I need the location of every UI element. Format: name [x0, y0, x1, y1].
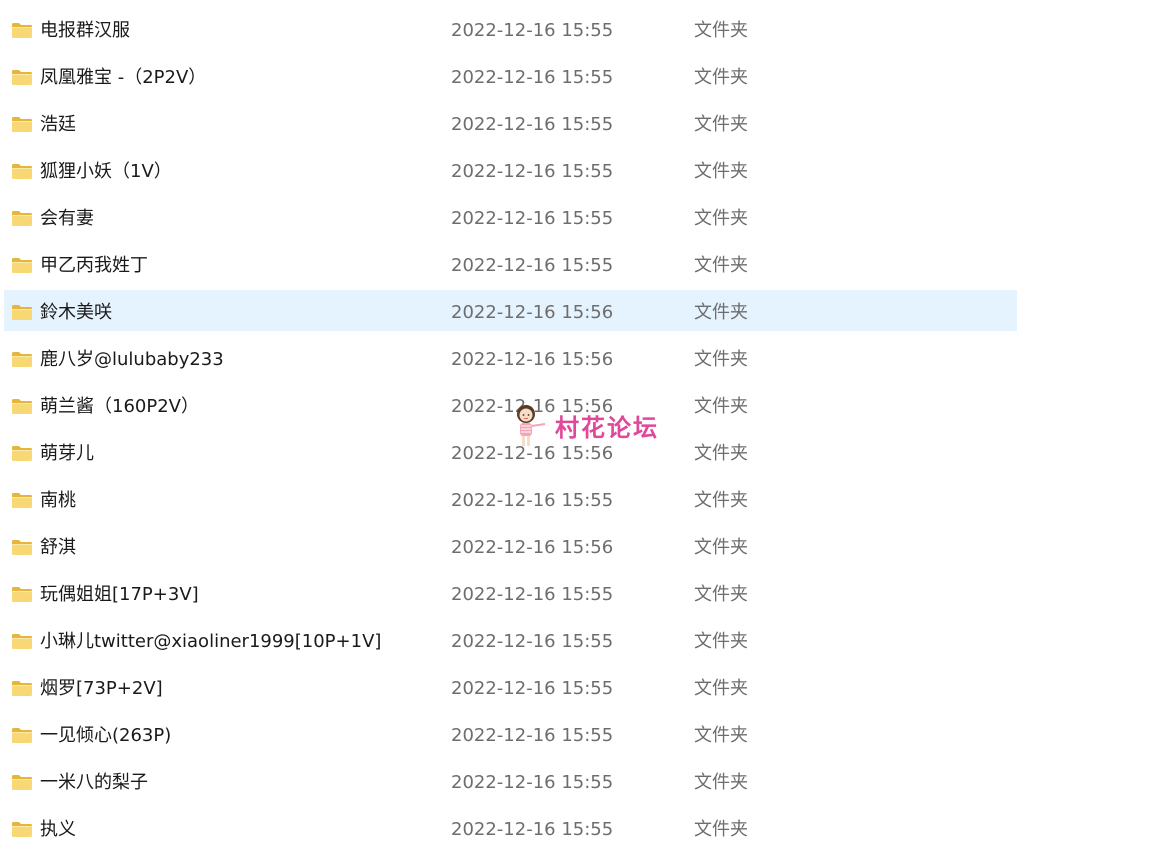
folder-icon	[11, 351, 33, 368]
file-row[interactable]: 鹿八岁@lulubaby233 2022-12-16 15:56 文件夹	[4, 337, 1017, 378]
folder-icon	[11, 22, 33, 39]
folder-icon	[11, 586, 33, 603]
file-row[interactable]: 浩廷 2022-12-16 15:55 文件夹	[4, 102, 1017, 143]
file-modified-date: 2022-12-16 15:56	[451, 302, 614, 323]
folder-icon	[11, 492, 33, 509]
file-modified-date: 2022-12-16 15:55	[451, 584, 614, 605]
file-name[interactable]: 鈴木美咲	[40, 290, 112, 336]
folder-icon	[11, 727, 33, 744]
folder-icon	[11, 69, 33, 86]
file-name[interactable]: 舒淇	[40, 525, 76, 571]
file-row[interactable]: 玩偶姐姐[17P+3V] 2022-12-16 15:55 文件夹	[4, 572, 1017, 613]
file-row[interactable]: 凤凰雅宝 -（2P2V） 2022-12-16 15:55 文件夹	[4, 55, 1017, 96]
file-row[interactable]: 烟罗[73P+2V] 2022-12-16 15:55 文件夹	[4, 666, 1017, 707]
file-type: 文件夹	[694, 255, 748, 276]
file-modified-date: 2022-12-16 15:56	[451, 537, 614, 558]
file-type: 文件夹	[694, 584, 748, 605]
file-type: 文件夹	[694, 20, 748, 41]
file-modified-date: 2022-12-16 15:55	[451, 772, 614, 793]
file-modified-date: 2022-12-16 15:55	[451, 490, 614, 511]
file-modified-date: 2022-12-16 15:55	[451, 678, 614, 699]
folder-icon	[11, 774, 33, 791]
file-name[interactable]: 南桃	[40, 478, 76, 524]
file-type: 文件夹	[694, 537, 748, 558]
folder-icon	[11, 210, 33, 227]
file-type: 文件夹	[694, 631, 748, 652]
file-type: 文件夹	[694, 725, 748, 746]
file-modified-date: 2022-12-16 15:55	[451, 255, 614, 276]
file-row[interactable]: 小琳儿twitter@xiaoliner1999[10P+1V] 2022-12-…	[4, 619, 1017, 660]
file-type: 文件夹	[694, 819, 748, 840]
folder-icon	[11, 304, 33, 321]
file-name[interactable]: 萌芽儿	[40, 431, 94, 477]
file-name[interactable]: 浩廷	[40, 102, 76, 148]
file-name[interactable]: 小琳儿twitter@xiaoliner1999[10P+1V]	[40, 619, 381, 665]
file-list: 电报群汉服 2022-12-16 15:55 文件夹 凤凰雅宝 -（2P2V） 2022…	[4, 8, 1017, 854]
folder-icon	[11, 163, 33, 180]
folder-icon	[11, 821, 33, 838]
file-row[interactable]: 舒淇 2022-12-16 15:56 文件夹	[4, 525, 1017, 566]
file-row[interactable]: 一米八的梨子 2022-12-16 15:55 文件夹	[4, 760, 1017, 801]
file-name[interactable]: 萌兰酱（160P2V）	[40, 384, 199, 430]
file-name[interactable]: 凤凰雅宝 -（2P2V）	[40, 55, 206, 101]
file-type: 文件夹	[694, 396, 748, 417]
file-type: 文件夹	[694, 443, 748, 464]
folder-icon	[11, 116, 33, 133]
file-modified-date: 2022-12-16 15:56	[451, 396, 614, 417]
file-type: 文件夹	[694, 161, 748, 182]
folder-icon	[11, 445, 33, 462]
file-modified-date: 2022-12-16 15:56	[451, 443, 614, 464]
file-row[interactable]: 南桃 2022-12-16 15:55 文件夹	[4, 478, 1017, 519]
file-modified-date: 2022-12-16 15:56	[451, 349, 614, 370]
file-type: 文件夹	[694, 302, 748, 323]
file-type: 文件夹	[694, 208, 748, 229]
file-type: 文件夹	[694, 490, 748, 511]
file-type: 文件夹	[694, 114, 748, 135]
folder-icon	[11, 633, 33, 650]
file-row[interactable]: 甲乙丙我姓丁 2022-12-16 15:55 文件夹	[4, 243, 1017, 284]
folder-icon	[11, 398, 33, 415]
file-row[interactable]: 电报群汉服 2022-12-16 15:55 文件夹	[4, 8, 1017, 49]
file-row[interactable]: 萌兰酱（160P2V） 2022-12-16 15:56 文件夹	[4, 384, 1017, 425]
file-name[interactable]: 一米八的梨子	[40, 760, 148, 806]
file-modified-date: 2022-12-16 15:55	[451, 819, 614, 840]
file-modified-date: 2022-12-16 15:55	[451, 631, 614, 652]
file-type: 文件夹	[694, 678, 748, 699]
file-modified-date: 2022-12-16 15:55	[451, 725, 614, 746]
file-row[interactable]: 鈴木美咲 2022-12-16 15:56 文件夹	[4, 290, 1017, 331]
file-name[interactable]: 狐狸小妖（1V）	[40, 149, 172, 195]
file-row[interactable]: 执义 2022-12-16 15:55 文件夹	[4, 807, 1017, 848]
file-row[interactable]: 萌芽儿 2022-12-16 15:56 文件夹	[4, 431, 1017, 472]
file-name[interactable]: 电报群汉服	[40, 8, 130, 54]
file-name[interactable]: 会有妻	[40, 196, 94, 242]
file-modified-date: 2022-12-16 15:55	[451, 161, 614, 182]
file-name[interactable]: 鹿八岁@lulubaby233	[40, 337, 224, 383]
file-row[interactable]: 狐狸小妖（1V） 2022-12-16 15:55 文件夹	[4, 149, 1017, 190]
file-name[interactable]: 玩偶姐姐[17P+3V]	[40, 572, 199, 618]
file-name[interactable]: 执义	[40, 807, 76, 853]
file-type: 文件夹	[694, 349, 748, 370]
file-row[interactable]: 一见倾心(263P) 2022-12-16 15:55 文件夹	[4, 713, 1017, 754]
file-type: 文件夹	[694, 772, 748, 793]
file-modified-date: 2022-12-16 15:55	[451, 114, 614, 135]
file-modified-date: 2022-12-16 15:55	[451, 20, 614, 41]
file-modified-date: 2022-12-16 15:55	[451, 67, 614, 88]
file-name[interactable]: 烟罗[73P+2V]	[40, 666, 163, 712]
file-type: 文件夹	[694, 67, 748, 88]
file-name[interactable]: 甲乙丙我姓丁	[40, 243, 148, 289]
folder-icon	[11, 257, 33, 274]
file-modified-date: 2022-12-16 15:55	[451, 208, 614, 229]
file-name[interactable]: 一见倾心(263P)	[40, 713, 171, 759]
folder-icon	[11, 539, 33, 556]
file-row[interactable]: 会有妻 2022-12-16 15:55 文件夹	[4, 196, 1017, 237]
folder-icon	[11, 680, 33, 697]
